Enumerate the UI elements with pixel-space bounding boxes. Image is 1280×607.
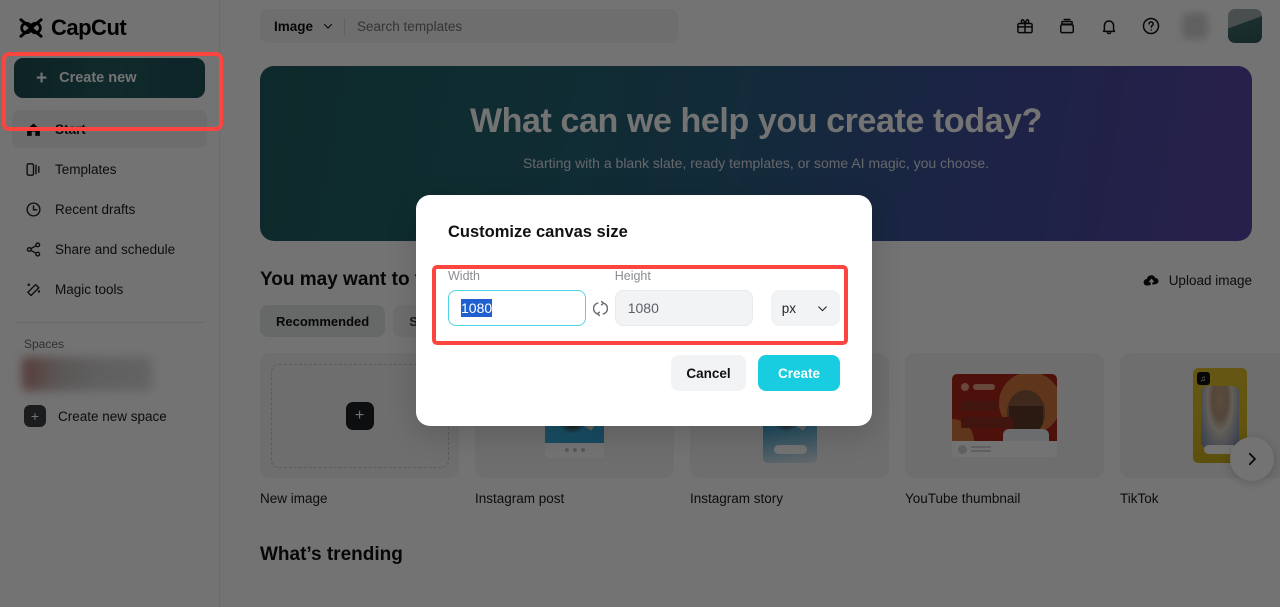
height-input[interactable]: 1080 xyxy=(614,290,753,326)
sidebar-item-start[interactable]: Start xyxy=(12,110,207,148)
magic-wand-icon xyxy=(24,280,42,298)
dialog-actions: Cancel Create xyxy=(448,355,840,391)
create-button[interactable]: Create xyxy=(758,355,840,391)
width-field-group: Width 1080 xyxy=(448,269,586,326)
plus-icon: + xyxy=(24,405,46,427)
avatar[interactable] xyxy=(1228,9,1262,43)
share-icon xyxy=(24,240,42,258)
sidebar-item-label: Share and schedule xyxy=(55,241,176,257)
hero-subtitle: Starting with a blank slate, ready templ… xyxy=(522,155,990,171)
dialog-title: Customize canvas size xyxy=(448,223,628,241)
templates-icon xyxy=(24,160,42,178)
tiktok-icon: ♫ xyxy=(1196,372,1210,385)
search-scope-label: Image xyxy=(274,18,314,34)
sidebar-nav: Start Templates Recent drafts Share and … xyxy=(0,110,219,308)
sidebar: CapCut + Create new Start Templates Rece… xyxy=(0,0,220,607)
sidebar-item-recent-drafts[interactable]: Recent drafts xyxy=(12,190,207,228)
brand-logo[interactable]: CapCut xyxy=(0,0,219,44)
hero-title: What can we help you create today? xyxy=(469,102,1043,140)
trending-section-title: What’s trending xyxy=(260,544,403,565)
sidebar-item-label: Magic tools xyxy=(55,281,124,297)
spaces-section-label: Spaces xyxy=(24,337,65,351)
card-label: New image xyxy=(260,491,328,506)
size-fields: Width 1080 Height 1080 px xyxy=(448,269,840,326)
home-icon xyxy=(24,120,42,138)
section-title: You may want to try xyxy=(260,269,440,290)
search-bar: Image xyxy=(260,9,678,43)
create-new-space-label: Create new space xyxy=(58,408,167,424)
archive-box-icon[interactable] xyxy=(1056,15,1078,37)
pro-badge-blurred[interactable] xyxy=(1182,13,1208,39)
upload-image-button[interactable]: Upload image xyxy=(1142,271,1252,290)
space-item-blurred[interactable] xyxy=(22,357,152,391)
help-circle-icon[interactable] xyxy=(1140,15,1162,37)
template-card-youtube-thumbnail[interactable]: YouTube thumbnail xyxy=(905,353,1104,506)
search-scope-dropdown[interactable]: Image xyxy=(270,19,344,34)
carousel-next-button[interactable] xyxy=(1230,437,1274,481)
sidebar-item-share-and-schedule[interactable]: Share and schedule xyxy=(12,230,207,268)
app-root: CapCut + Create new Start Templates Rece… xyxy=(0,0,1280,607)
sidebar-item-templates[interactable]: Templates xyxy=(12,150,207,188)
topbar: Image xyxy=(220,0,1280,52)
chevron-down-icon xyxy=(818,305,827,311)
upload-image-label: Upload image xyxy=(1168,272,1252,288)
card-label: YouTube thumbnail xyxy=(905,491,1021,506)
card-label: Instagram story xyxy=(690,491,784,506)
youtube-thumbnail-preview xyxy=(952,374,1057,457)
height-field-group: Height 1080 xyxy=(614,269,753,326)
unit-select[interactable]: px xyxy=(770,290,840,326)
customize-canvas-size-dialog: Customize canvas size Width 1080 Height xyxy=(416,195,872,426)
sidebar-item-magic-tools[interactable]: Magic tools xyxy=(12,270,207,308)
bell-icon[interactable] xyxy=(1098,15,1120,37)
plus-icon: + xyxy=(345,401,374,430)
create-new-button[interactable]: + Create new xyxy=(14,58,205,98)
sidebar-item-label: Start xyxy=(55,121,86,137)
width-input[interactable]: 1080 xyxy=(448,290,586,326)
cloud-upload-icon xyxy=(1143,274,1159,286)
width-label: Width xyxy=(448,269,480,283)
create-new-label: Create new xyxy=(59,70,137,86)
capcut-logo-icon xyxy=(19,18,43,38)
clock-icon xyxy=(24,200,42,218)
width-input-value: 1080 xyxy=(461,299,493,317)
card-thumbnail xyxy=(905,353,1104,478)
unit-value: px xyxy=(781,300,796,316)
height-label: Height xyxy=(614,269,651,283)
chip-recommended[interactable]: Recommended xyxy=(260,305,386,337)
cancel-button[interactable]: Cancel xyxy=(671,355,746,391)
sidebar-item-label: Templates xyxy=(55,161,117,177)
swap-vertical-icon xyxy=(592,300,608,316)
card-label: Instagram post xyxy=(475,491,565,506)
create-new-space-button[interactable]: + Create new space xyxy=(0,405,219,427)
search-input[interactable] xyxy=(345,18,668,34)
swap-dimensions-button[interactable] xyxy=(586,290,615,326)
gift-icon[interactable] xyxy=(1014,15,1036,37)
brand-name: CapCut xyxy=(51,15,127,40)
chevron-right-icon xyxy=(1248,452,1256,466)
plus-icon: + xyxy=(36,67,48,89)
template-card-tiktok[interactable]: ♫ TikTok xyxy=(1120,353,1280,506)
topbar-actions xyxy=(1014,9,1280,43)
card-label: TikTok xyxy=(1120,491,1159,506)
sidebar-item-label: Recent drafts xyxy=(55,201,136,217)
height-input-value: 1080 xyxy=(627,300,659,316)
chevron-down-icon xyxy=(323,23,333,29)
